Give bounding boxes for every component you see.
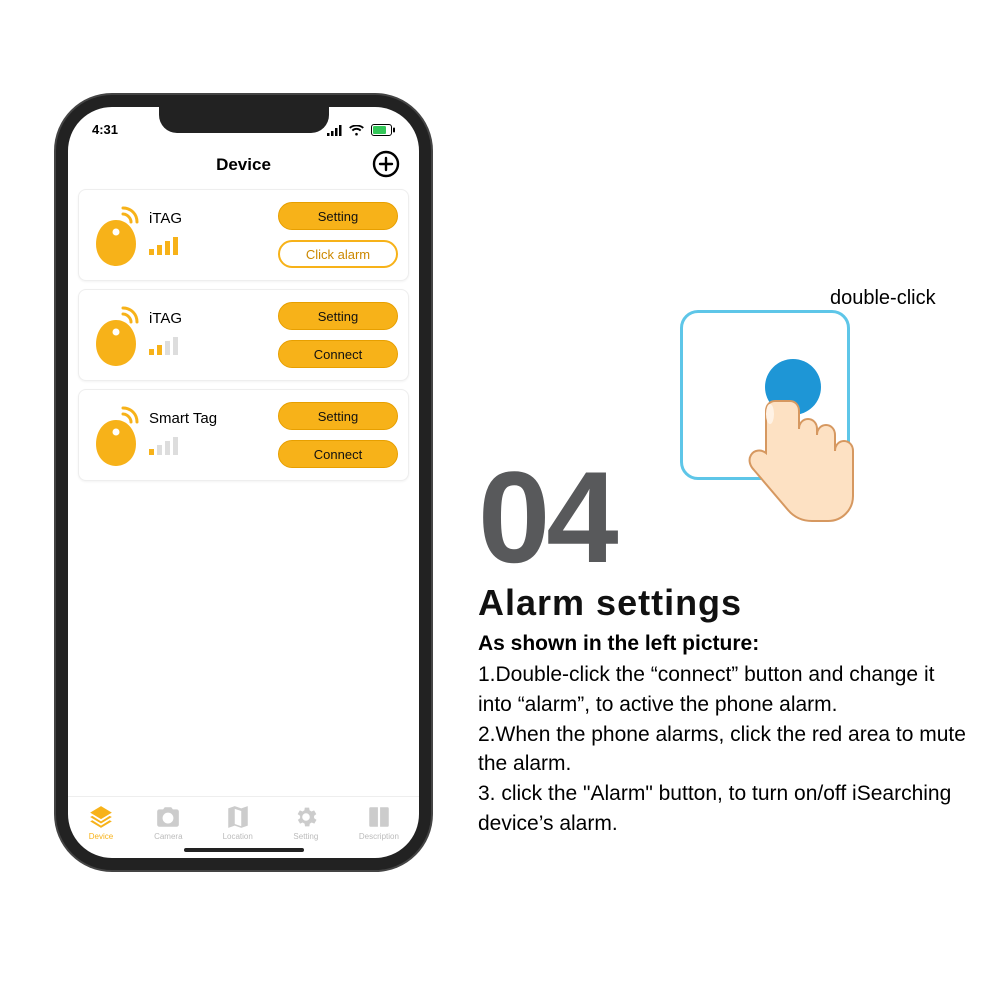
device-name: iTAG (149, 310, 278, 327)
step-body: 1.Double-click the “connect” button and … (478, 660, 968, 839)
device-card: Smart Tag Setting Connect (78, 389, 409, 481)
step-line-1: 1.Double-click the “connect” button and … (478, 660, 968, 720)
map-icon (225, 804, 251, 830)
battery-icon (371, 124, 395, 136)
camera-icon (155, 804, 181, 830)
device-card: iTAG Setting Click alarm (78, 189, 409, 281)
tag-icon (85, 300, 147, 370)
step-line-2: 2.When the phone alarms, click the red a… (478, 720, 968, 780)
status-right (324, 122, 395, 137)
phone-frame: 4:31 Device iTAG (56, 95, 431, 870)
wifi-icon (349, 125, 364, 136)
device-name: Smart Tag (149, 410, 278, 427)
status-time: 4:31 (92, 122, 118, 137)
step-subtitle: As shown in the left picture: (478, 632, 759, 656)
add-device-button[interactable] (371, 149, 401, 179)
setting-button[interactable]: Setting (278, 302, 398, 330)
setting-button[interactable]: Setting (278, 402, 398, 430)
connect-button[interactable]: Connect (278, 340, 398, 368)
layers-icon (88, 804, 114, 830)
illus-label: double-click (830, 287, 936, 310)
tab-setting[interactable]: Setting (293, 804, 319, 841)
tab-camera[interactable]: Camera (154, 804, 182, 841)
tab-description[interactable]: Description (359, 804, 399, 841)
home-indicator (184, 848, 304, 852)
tab-label: Description (359, 832, 399, 841)
phone-screen: 4:31 Device iTAG (68, 107, 419, 858)
page-title: Device (216, 155, 271, 175)
double-click-illustration (680, 310, 850, 480)
signal-strength-icon (149, 337, 185, 355)
tag-icon (85, 200, 147, 270)
hand-pointer-icon (721, 385, 871, 535)
device-name: iTAG (149, 210, 278, 227)
tag-icon (85, 400, 147, 470)
signal-strength-icon (149, 437, 185, 455)
tab-label: Setting (293, 832, 318, 841)
tab-device[interactable]: Device (88, 804, 114, 841)
tab-label: Location (223, 832, 253, 841)
book-icon (366, 804, 392, 830)
step-number: 04 (478, 452, 615, 582)
phone-notch (159, 105, 329, 133)
gear-icon (293, 804, 319, 830)
device-list: iTAG Setting Click alarm iTAG Sett (68, 187, 419, 483)
signal-strength-icon (149, 237, 185, 255)
click-alarm-button[interactable]: Click alarm (278, 240, 398, 268)
step-line-3: 3. click the "Alarm" button, to turn on/… (478, 779, 968, 839)
device-card: iTAG Setting Connect (78, 289, 409, 381)
connect-button[interactable]: Connect (278, 440, 398, 468)
tab-label: Device (89, 832, 113, 841)
tab-location[interactable]: Location (223, 804, 253, 841)
nav-bar: Device (68, 143, 419, 187)
tab-label: Camera (154, 832, 182, 841)
plus-icon (371, 149, 401, 179)
signal-icon (327, 125, 343, 136)
setting-button[interactable]: Setting (278, 202, 398, 230)
step-title: Alarm settings (478, 582, 742, 624)
